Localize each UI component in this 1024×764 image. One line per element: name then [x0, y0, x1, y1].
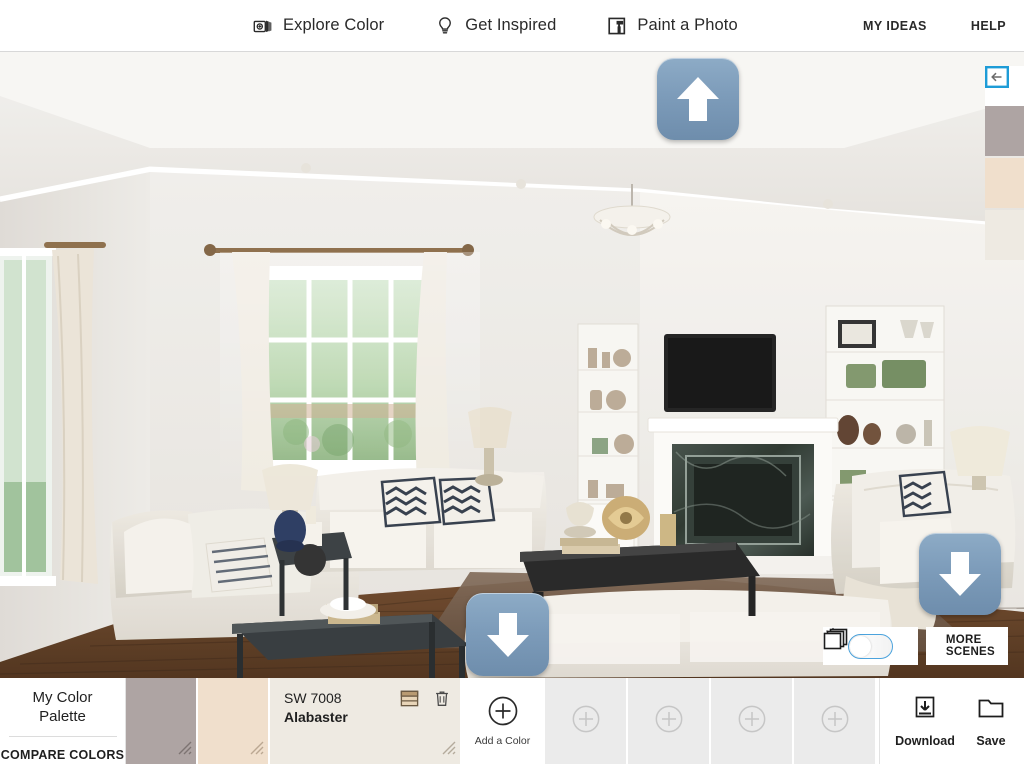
arrow-down-icon — [939, 552, 981, 596]
palette-chip-name: Alabaster — [284, 709, 348, 725]
palette-chip-3[interactable]: SW 7008 Alabaster — [270, 678, 460, 764]
empty-color-slot-3[interactable] — [711, 678, 792, 764]
plus-circle-icon — [571, 704, 601, 739]
save-label: Save — [976, 734, 1006, 748]
palette-divider — [8, 736, 117, 737]
palette-chip-actions — [399, 688, 452, 714]
room-scene-viewer[interactable]: MORE SCENES — [0, 52, 1024, 678]
plus-circle-icon — [820, 704, 850, 739]
collapse-panel-button[interactable] — [985, 66, 1024, 106]
palette-title-line1: My Color — [32, 689, 93, 706]
palette-actions: Download Save — [879, 678, 1024, 764]
primary-nav: Explore Color Get Inspired Paint a Photo — [252, 15, 788, 37]
download-icon — [912, 694, 938, 725]
plus-circle-icon — [654, 704, 684, 739]
nav-item-label: Get Inspired — [465, 16, 557, 34]
more-scenes-button[interactable]: MORE SCENES — [823, 627, 1008, 665]
rail-swatch-2[interactable] — [985, 158, 1024, 208]
paint-floor-arrow[interactable] — [466, 593, 549, 676]
more-scenes-label-line2: SCENES — [945, 646, 995, 658]
lighting-toggle-switch[interactable] — [847, 633, 893, 659]
palette-chip-code: SW 7008 — [284, 690, 342, 706]
resize-handle-icon — [437, 736, 457, 761]
paint-wall-right-arrow[interactable] — [919, 533, 1001, 615]
lighting-toggle-knob — [849, 635, 871, 657]
palette-title-block: My Color Palette COMPARE COLORS — [0, 678, 126, 764]
compare-colors-button[interactable]: COMPARE COLORS — [1, 748, 124, 762]
save-button[interactable]: Save — [958, 694, 1024, 748]
arrow-down-icon — [486, 612, 529, 657]
palette-title-line2: Palette — [39, 708, 86, 725]
nav-item-label: Explore Color — [283, 16, 385, 34]
rail-swatch-3[interactable] — [985, 210, 1024, 260]
paint-ceiling-arrow[interactable] — [657, 58, 739, 140]
plus-circle-icon — [487, 695, 519, 732]
more-scenes-label: MORE SCENES — [946, 634, 995, 659]
nav-item-label: Paint a Photo — [637, 16, 738, 34]
nav-link-my-ideas[interactable]: MY IDEAS — [863, 19, 927, 33]
scene-controls: MORE SCENES — [822, 627, 1008, 665]
plus-circle-icon — [737, 704, 767, 739]
collapse-panel-icon — [985, 66, 1009, 88]
color-rail — [985, 66, 1024, 260]
download-button[interactable]: Download — [892, 694, 958, 748]
more-scenes-label-line1: MORE — [945, 633, 982, 646]
palette-chip-2[interactable] — [198, 678, 268, 764]
download-label: Download — [895, 734, 955, 748]
palette-title: My Color Palette — [32, 688, 92, 726]
nav-link-help[interactable]: HELP — [971, 19, 1006, 33]
top-navigation-bar: Explore Color Get Inspired Paint a Photo… — [0, 0, 1024, 52]
empty-color-slot-1[interactable] — [545, 678, 626, 764]
folder-icon — [977, 694, 1005, 725]
my-color-palette-bar: My Color Palette COMPARE COLORS SW 7008 … — [0, 678, 1024, 764]
color-swatch-icon[interactable] — [399, 688, 420, 714]
arrow-up-icon — [677, 77, 719, 121]
nav-item-paint-a-photo[interactable]: Paint a Photo — [606, 15, 738, 37]
add-a-color-label: Add a Color — [474, 735, 531, 747]
nav-item-explore-color[interactable]: Explore Color — [252, 15, 384, 37]
color-chips-icon — [252, 15, 274, 37]
rail-swatch-1[interactable] — [985, 106, 1024, 156]
add-a-color-button[interactable]: Add a Color — [462, 678, 543, 764]
empty-color-slot-4[interactable] — [794, 678, 875, 764]
paint-roller-photo-icon — [606, 15, 628, 37]
lightbulb-icon — [434, 15, 456, 37]
trash-icon[interactable] — [432, 688, 452, 714]
palette-chip-1[interactable] — [126, 678, 196, 764]
secondary-nav: MY IDEAS HELP — [819, 19, 1006, 33]
room-photo — [0, 52, 1024, 678]
resize-handle-icon — [245, 736, 265, 761]
resize-handle-icon — [173, 736, 193, 761]
empty-color-slot-2[interactable] — [628, 678, 709, 764]
nav-item-get-inspired[interactable]: Get Inspired — [434, 15, 556, 37]
app-root: Explore Color Get Inspired Paint a Photo… — [0, 0, 1024, 764]
